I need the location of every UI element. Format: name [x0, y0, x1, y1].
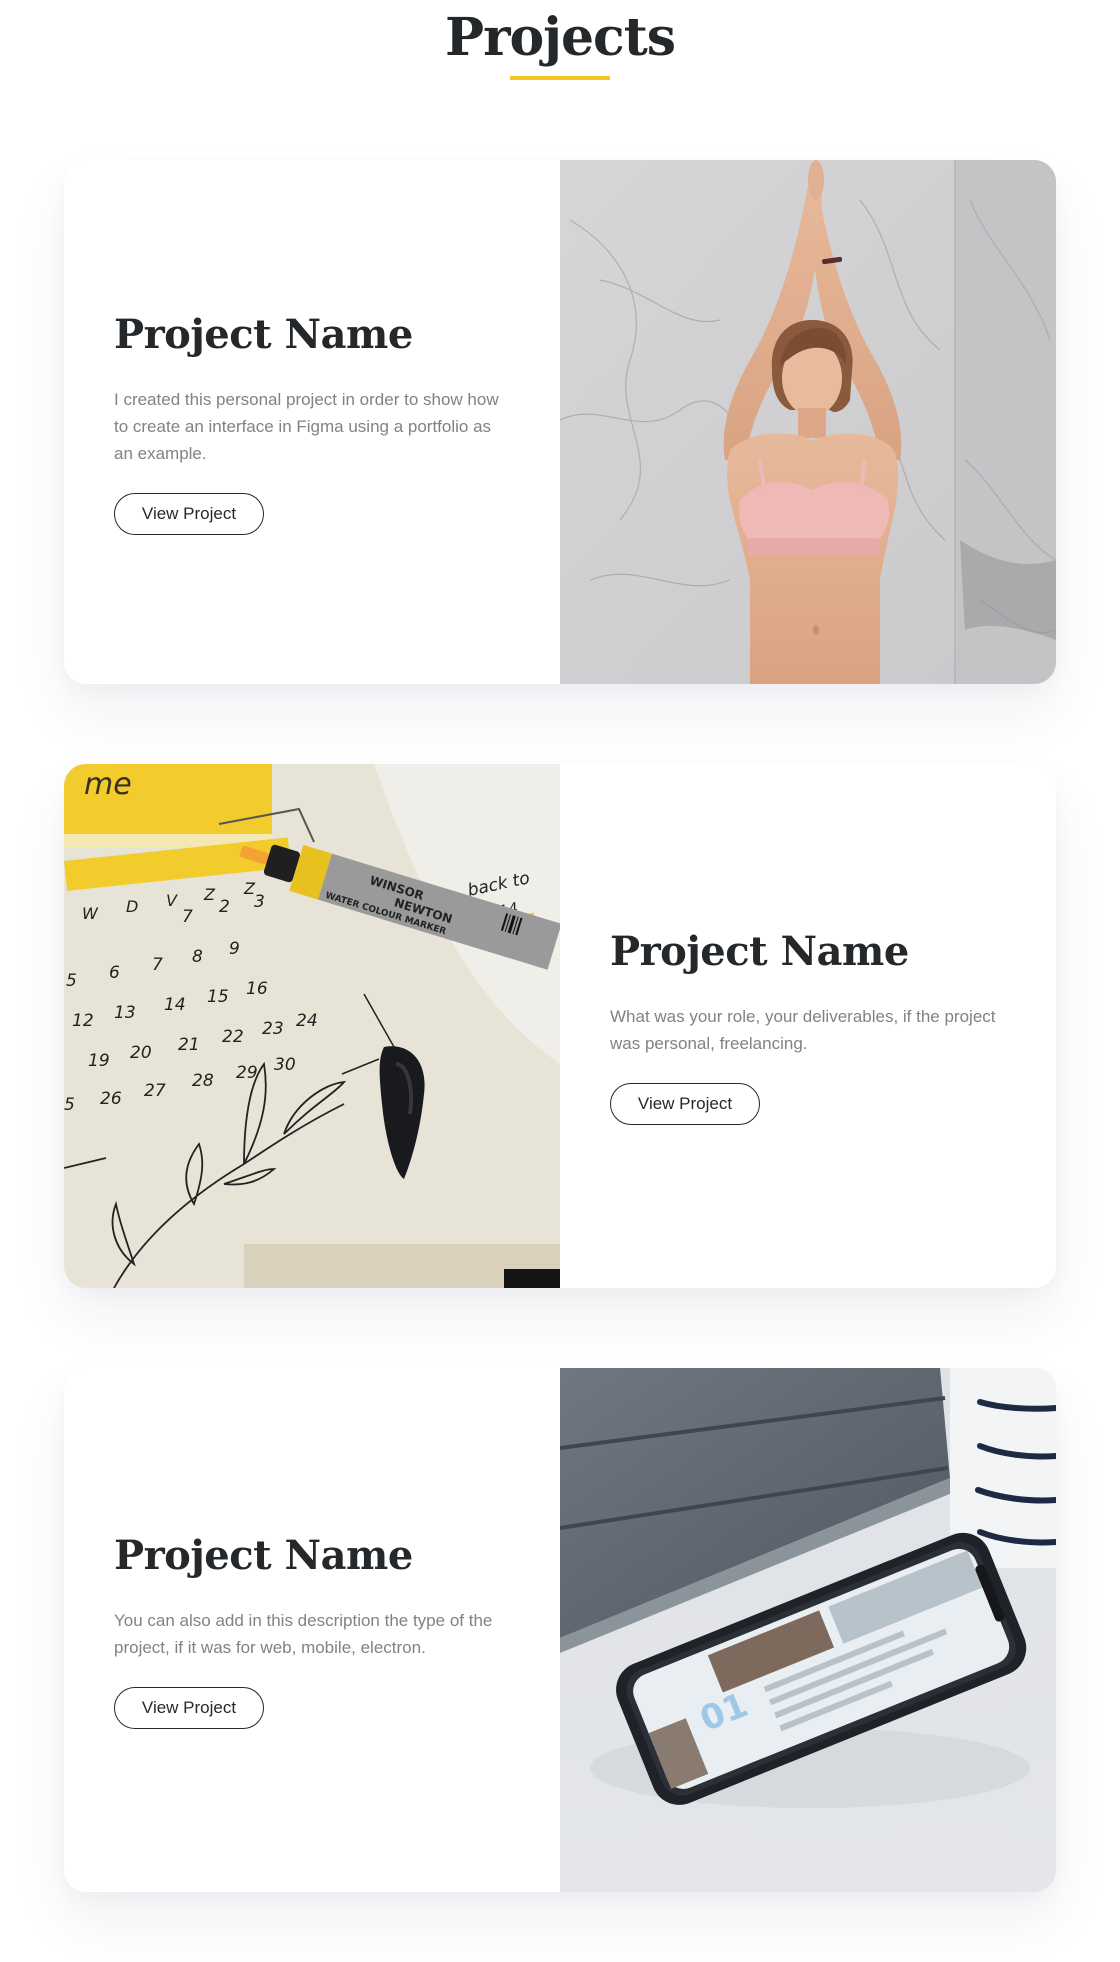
- view-project-button[interactable]: View Project: [114, 1687, 264, 1729]
- svg-text:20: 20: [130, 1043, 152, 1063]
- project-card-3-text: Project Name You can also add in this de…: [64, 1368, 560, 1892]
- svg-text:2: 2: [219, 897, 230, 917]
- svg-text:21: 21: [178, 1035, 200, 1055]
- view-project-button[interactable]: View Project: [610, 1083, 760, 1125]
- calendar-day-letter-1: W: [82, 904, 99, 923]
- calendar-day-letter-2: D: [126, 897, 138, 916]
- svg-text:24: 24: [296, 1011, 318, 1031]
- project-description: What was your role, your deliverables, i…: [610, 1007, 996, 1053]
- svg-text:26: 26: [100, 1089, 122, 1109]
- svg-text:30: 30: [274, 1055, 296, 1075]
- svg-text:16: 16: [246, 979, 268, 999]
- calendar-day-letter-3: V: [166, 891, 178, 910]
- project-description: I created this personal project in order…: [114, 389, 499, 463]
- project-name: Project Name: [610, 928, 909, 975]
- title-underline: [510, 76, 610, 80]
- project-card-2-text: Project Name What was your role, your de…: [560, 764, 1056, 1288]
- page-title: Projects: [444, 7, 676, 68]
- svg-text:5: 5: [66, 971, 77, 991]
- svg-text:22: 22: [222, 1027, 244, 1047]
- calendar-day-letter-4: Z: [203, 885, 216, 904]
- svg-text:7: 7: [182, 907, 193, 927]
- section-header: Projects: [0, 0, 1120, 120]
- svg-text:19: 19: [88, 1051, 110, 1071]
- svg-text:me: me: [84, 767, 132, 802]
- project-card-3: Project Name You can also add in this de…: [64, 1368, 1056, 1892]
- svg-text:8: 8: [192, 947, 203, 967]
- svg-text:28: 28: [192, 1071, 214, 1091]
- svg-text:7: 7: [152, 955, 163, 975]
- svg-text:15: 15: [207, 987, 229, 1007]
- svg-text:14: 14: [164, 995, 186, 1015]
- svg-text:23: 23: [262, 1019, 284, 1039]
- project-name: Project Name: [114, 1532, 413, 1579]
- svg-text:6: 6: [109, 963, 120, 983]
- project-card-1-text: Project Name I created this personal pro…: [64, 160, 560, 684]
- project-card-1: Project Name I created this personal pro…: [64, 160, 1056, 684]
- svg-text:9: 9: [229, 939, 240, 959]
- project-image-calendar: me W D V Z Z 723 56789 12 13 14 15 16 19 20 21…: [64, 764, 560, 1288]
- view-project-button[interactable]: View Project: [114, 492, 264, 535]
- svg-text:27: 27: [144, 1081, 166, 1101]
- project-description: You can also add in this description the…: [114, 1611, 493, 1657]
- svg-text:13: 13: [114, 1003, 136, 1023]
- project-name: Project Name: [114, 310, 413, 358]
- project-card-2: me W D V Z Z 723 56789 12 13 14 15 16 19 20 21…: [64, 764, 1056, 1288]
- project-image-phone: 01: [560, 1368, 1056, 1892]
- svg-text:5: 5: [64, 1095, 75, 1115]
- svg-text:12: 12: [72, 1011, 94, 1031]
- project-image-yoga: [560, 160, 1056, 684]
- svg-text:3: 3: [254, 892, 265, 912]
